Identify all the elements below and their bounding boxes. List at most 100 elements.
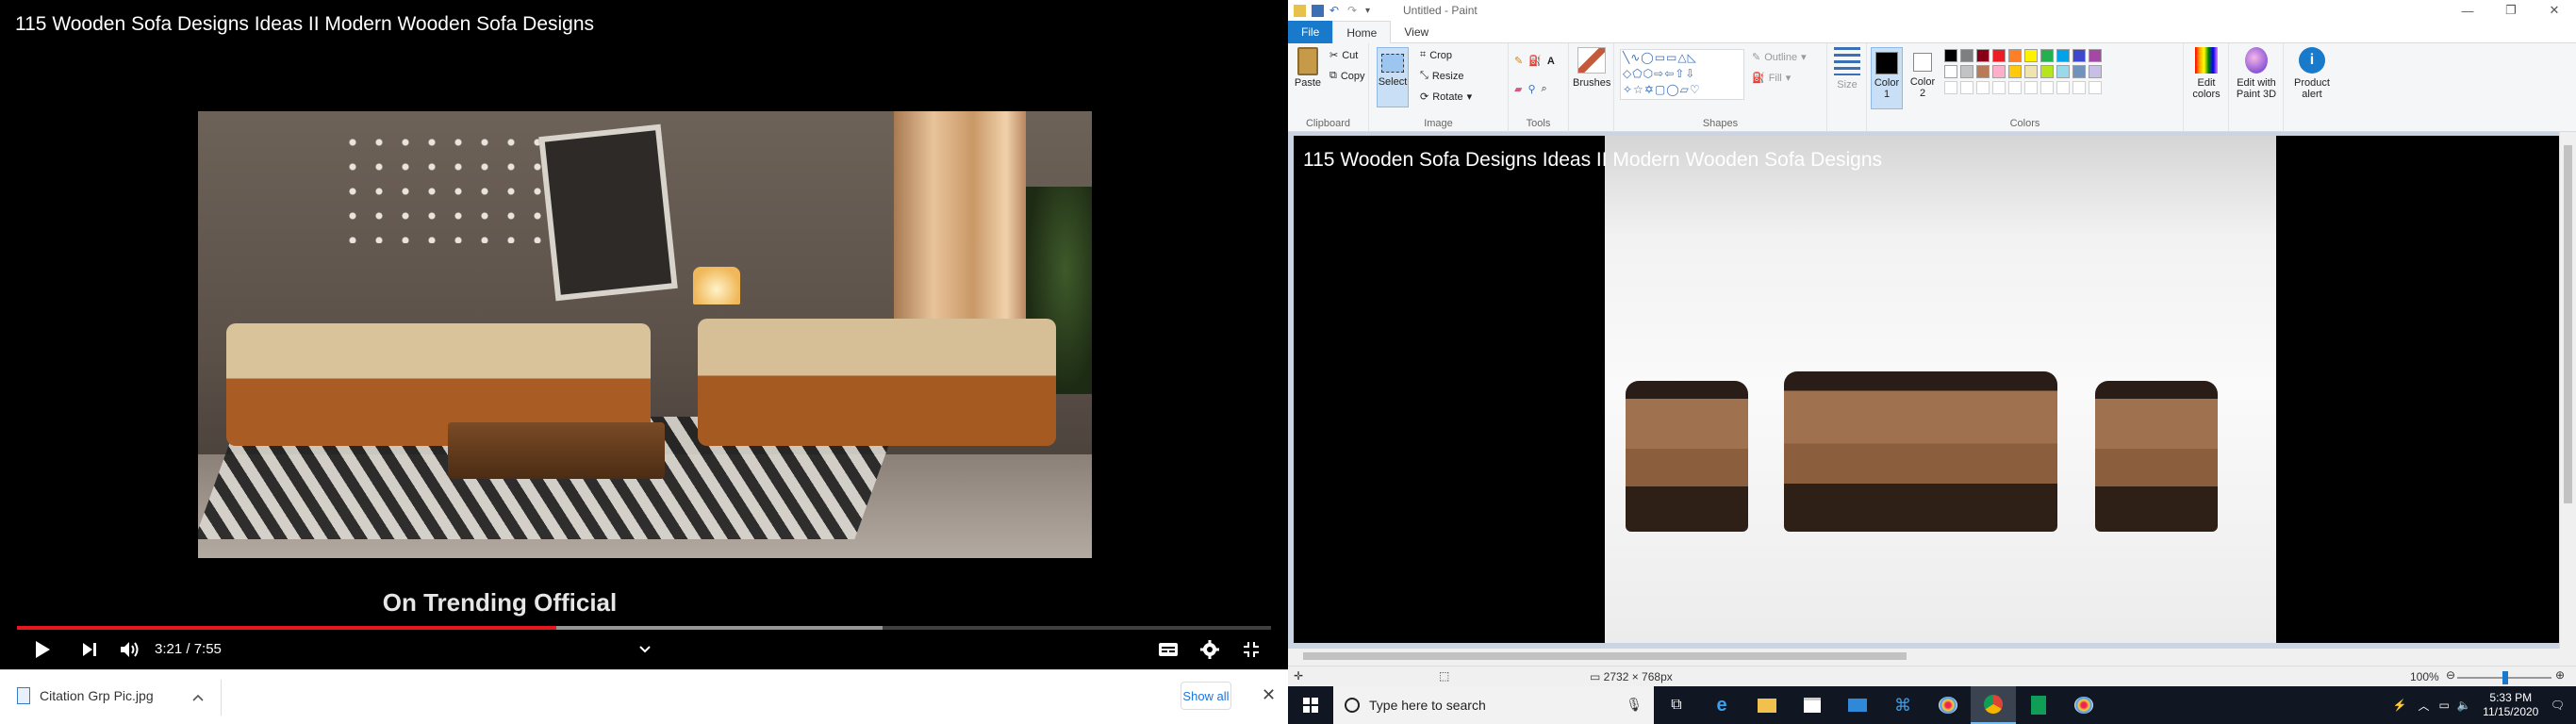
palette-color-swatch[interactable] — [2072, 65, 2086, 78]
custom-color-slot[interactable] — [2024, 81, 2038, 94]
battery-icon[interactable]: ▭ — [2438, 699, 2449, 712]
shapes-gallery[interactable]: ╲∿◯▭▭△◺ ◇⬠⬡⇨⇦⇧⇩ ✧☆✡▢◯▱♡ — [1620, 49, 1744, 100]
cut-button[interactable]: ✂ Cut — [1329, 49, 1358, 62]
text-icon[interactable]: A — [1547, 56, 1555, 67]
vertical-scrollbar[interactable] — [2559, 132, 2576, 649]
outline-button[interactable]: ✎ Outline ▾ — [1752, 51, 1807, 64]
edge-browser-icon[interactable]: e — [1699, 686, 1744, 724]
palette-color-swatch[interactable] — [2024, 49, 2038, 62]
settings-gear-icon[interactable] — [1197, 637, 1222, 662]
image-canvas[interactable]: 115 Wooden Sofa Designs Ideas II Modern … — [1294, 136, 2565, 643]
close-icon[interactable]: ✕ — [1262, 685, 1276, 705]
vscode-icon[interactable]: ⌘ — [1880, 686, 1925, 724]
custom-color-slot[interactable] — [2089, 81, 2102, 94]
zoom-in-icon[interactable]: ⊕ — [2555, 668, 2565, 682]
eraser-icon[interactable]: ▰ — [1514, 83, 1522, 95]
custom-color-slot[interactable] — [2056, 81, 2070, 94]
paint-app-taskbar-icon[interactable] — [2061, 686, 2106, 724]
fill-button[interactable]: ⛽ Fill ▾ — [1752, 72, 1791, 85]
undo-icon[interactable]: ↶ — [1329, 4, 1342, 17]
custom-color-slot[interactable] — [1976, 81, 1990, 94]
color-picker-icon[interactable]: ⚲ — [1527, 83, 1535, 95]
clock[interactable]: 5:33 PM 11/15/2020 — [2477, 691, 2545, 719]
video-title[interactable]: 115 Wooden Sofa Designs Ideas II Modern … — [15, 13, 594, 36]
custom-color-slot[interactable] — [1992, 81, 2006, 94]
volume-tray-icon[interactable]: 🔈 — [2457, 699, 2471, 712]
redo-icon[interactable]: ↷ — [1347, 4, 1360, 17]
palette-color-swatch[interactable] — [2024, 65, 2038, 78]
palette-color-swatch[interactable] — [1944, 65, 1957, 78]
palette-color-swatch[interactable] — [1992, 49, 2006, 62]
copy-button[interactable]: ⧉ Copy — [1329, 70, 1365, 82]
download-file-name[interactable]: Citation Grp Pic.jpg — [40, 688, 154, 703]
microphone-icon[interactable]: 🎙 — [1626, 697, 1643, 713]
scroll-thumb[interactable] — [1303, 652, 1907, 660]
rotate-button[interactable]: ⟳ Rotate ▾ — [1420, 90, 1472, 104]
taskbar-search[interactable]: Type here to search 🎙 — [1333, 686, 1654, 724]
pencil-icon[interactable]: ✎ — [1514, 55, 1523, 67]
video-player[interactable]: 115 Wooden Sofa Designs Ideas II Modern … — [0, 0, 1288, 669]
palette-color-swatch[interactable] — [2040, 65, 2054, 78]
custom-color-slot[interactable] — [1944, 81, 1957, 94]
palette-color-swatch[interactable] — [2089, 49, 2102, 62]
palette-color-swatch[interactable] — [2072, 49, 2086, 62]
palette-color-swatch[interactable] — [1960, 65, 1973, 78]
custom-color-slot[interactable] — [1960, 81, 1973, 94]
tab-view[interactable]: View — [1391, 21, 1442, 43]
task-view-icon[interactable]: ⧉ — [1654, 686, 1699, 724]
close-window-icon[interactable]: ✕ — [2533, 0, 2576, 21]
zoom-slider-thumb[interactable] — [2502, 671, 2508, 684]
palette-color-swatch[interactable] — [2056, 65, 2070, 78]
next-icon[interactable] — [77, 637, 102, 662]
horizontal-scrollbar[interactable] — [1288, 649, 2559, 664]
custom-color-slot[interactable] — [2008, 81, 2022, 94]
video-progress-bar[interactable] — [17, 626, 1271, 630]
palette-color-swatch[interactable] — [1992, 65, 2006, 78]
network-icon[interactable]: ⚡ — [2393, 699, 2407, 712]
exit-fullscreen-icon[interactable] — [1239, 637, 1263, 662]
palette-color-swatch[interactable] — [1960, 49, 1973, 62]
palette-color-swatch[interactable] — [2008, 49, 2022, 62]
palette-color-swatch[interactable] — [1944, 49, 1957, 62]
save-icon[interactable] — [1312, 4, 1324, 17]
captions-icon[interactable] — [1156, 637, 1181, 662]
palette-color-swatch[interactable] — [2008, 65, 2022, 78]
fill-bucket-icon[interactable]: ⛽ — [1528, 55, 1542, 67]
paint-taskbar-icon[interactable] — [1925, 686, 1971, 724]
zoom-out-icon[interactable]: ⊖ — [2446, 668, 2455, 682]
minimize-icon[interactable]: — — [2446, 0, 2489, 21]
scroll-thumb[interactable] — [2564, 145, 2572, 503]
chevron-up-icon[interactable] — [192, 689, 204, 704]
file-explorer-icon[interactable] — [1744, 686, 1790, 724]
palette-color-swatch[interactable] — [1976, 65, 1990, 78]
product-alert-button[interactable]: i Product alert — [2289, 47, 2335, 100]
notifications-icon[interactable]: 🗨 — [2551, 699, 2565, 712]
windows-start-icon[interactable] — [1288, 686, 1333, 724]
magnifier-icon[interactable]: ⌕ — [1542, 83, 1547, 95]
paste-button[interactable]: Paste — [1294, 47, 1322, 89]
edit-colors-button[interactable]: Edit colors — [2188, 47, 2225, 100]
select-button[interactable]: Select — [1377, 47, 1409, 107]
custom-color-slot[interactable] — [2040, 81, 2054, 94]
video-frame[interactable] — [198, 111, 1092, 558]
show-hidden-icons-chevron[interactable]: ︿ — [2418, 698, 2429, 714]
palette-color-swatch[interactable] — [1976, 49, 1990, 62]
play-icon[interactable] — [30, 637, 55, 662]
maximize-icon[interactable]: ❐ — [2489, 0, 2533, 21]
mail-icon[interactable] — [1835, 686, 1880, 724]
brushes-button[interactable]: Brushes — [1573, 47, 1610, 89]
volume-icon[interactable] — [117, 637, 143, 662]
store-icon[interactable] — [1790, 686, 1835, 724]
tab-home[interactable]: Home — [1332, 21, 1392, 43]
download-item[interactable]: Citation Grp Pic.jpg — [17, 687, 154, 704]
chevron-down-icon[interactable] — [634, 637, 656, 662]
custom-color-slot[interactable] — [2072, 81, 2086, 94]
edit-with-paint3d-button[interactable]: Edit with Paint 3D — [2233, 47, 2280, 100]
color1-button[interactable]: Color 1 — [1871, 47, 1903, 109]
color2-button[interactable]: Color 2 — [1907, 47, 1939, 99]
crop-button[interactable]: ⌗ Crop — [1420, 49, 1452, 61]
show-all-button[interactable]: Show all — [1181, 682, 1231, 710]
chrome-icon[interactable] — [1971, 686, 2016, 724]
size-button[interactable]: Size — [1831, 47, 1863, 90]
palette-color-swatch[interactable] — [2056, 49, 2070, 62]
